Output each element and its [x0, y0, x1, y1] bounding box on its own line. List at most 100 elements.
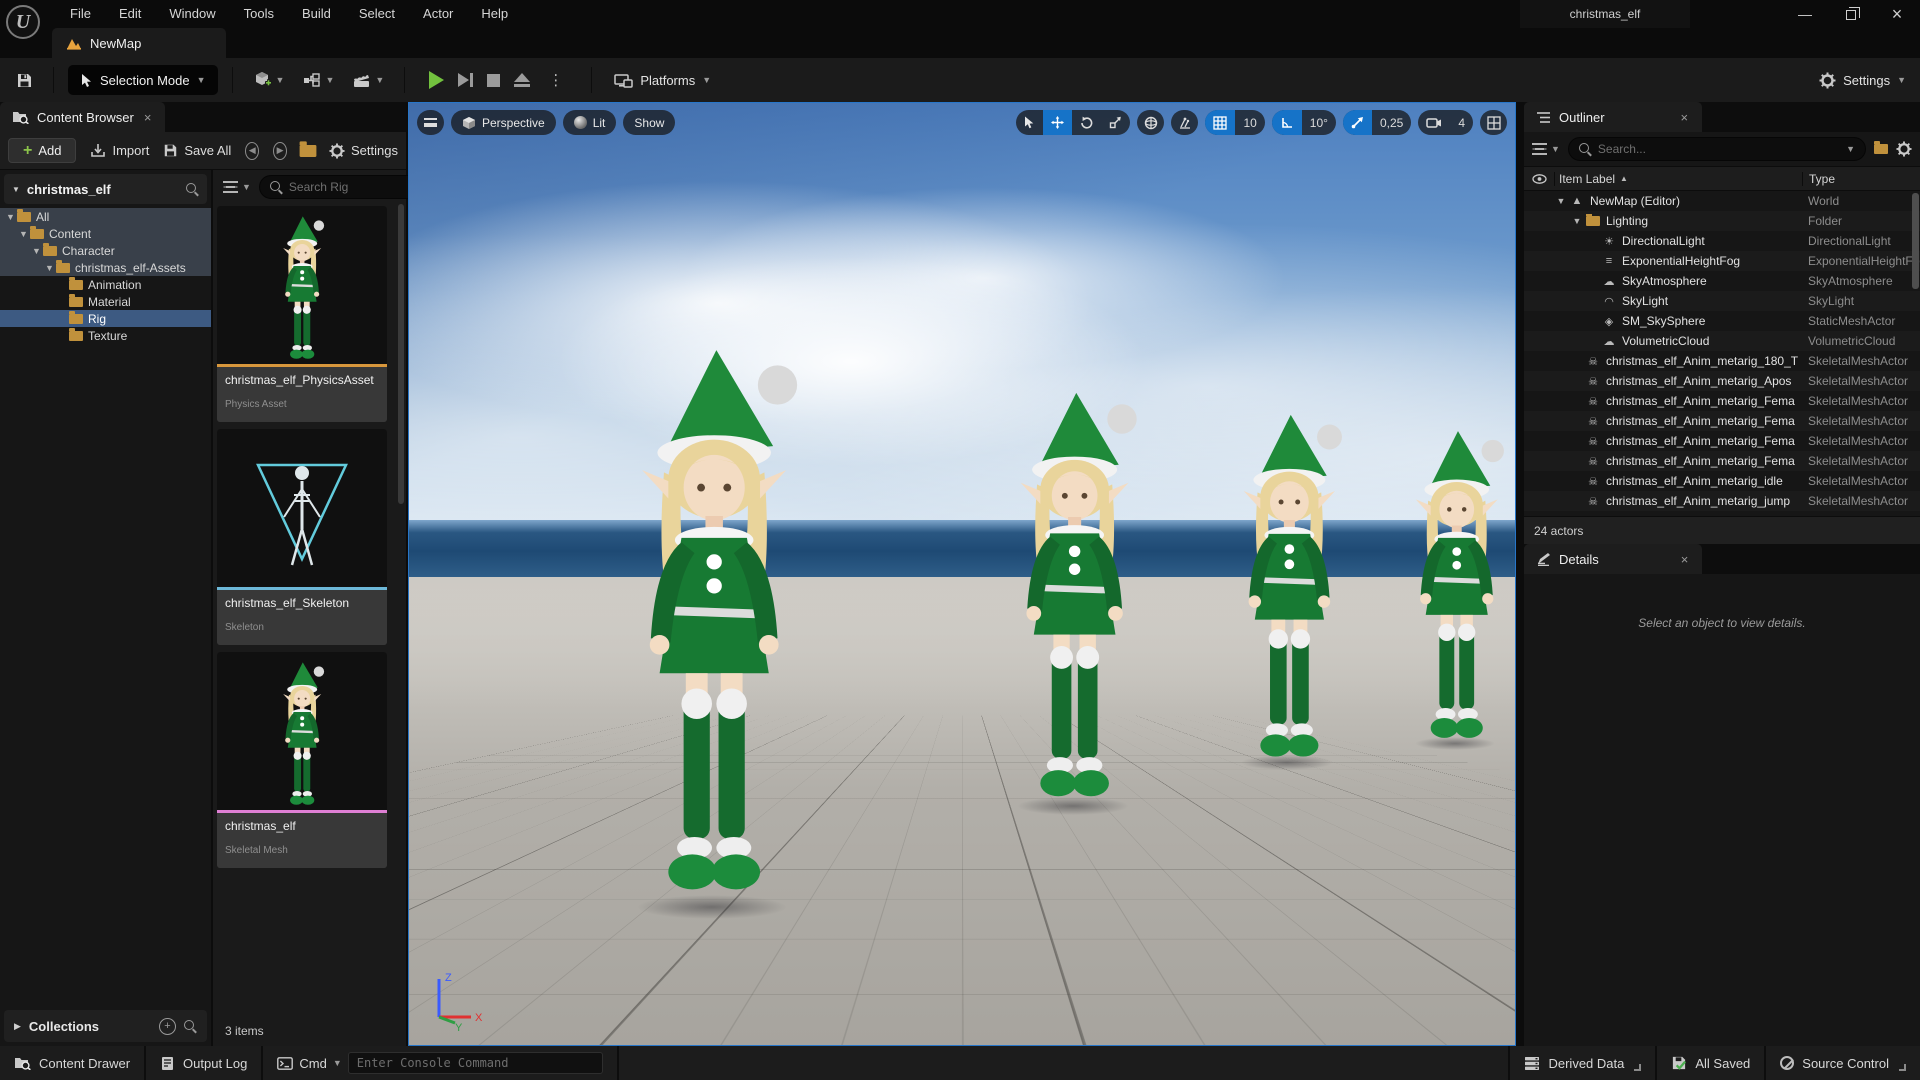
menu-item-edit[interactable]: Edit [105, 0, 155, 28]
outliner-row-christmas_elf_Anim_metarig_jump[interactable]: ☠ christmas_elf_Anim_metarig_jump Skeletal… [1524, 491, 1920, 511]
asset-card-christmas_elf_Skeleton[interactable]: christmas_elf_Skeleton Skeleton [217, 429, 387, 645]
elf-character-1[interactable] [581, 331, 843, 909]
outliner-row-NewMap (Editor)[interactable]: ▼ ▲ NewMap (Editor) World [1524, 191, 1920, 211]
path-header[interactable]: ▼ christmas_elf [4, 174, 207, 204]
settings-dropdown[interactable]: Settings ▼ [1819, 72, 1920, 89]
outliner-row-christmas_elf_Anim_metarig_idle[interactable]: ☠ christmas_elf_Anim_metarig_idle Skeletal… [1524, 471, 1920, 491]
content-browser-settings-button[interactable]: Settings [329, 142, 398, 159]
platforms-dropdown[interactable]: Platforms ▼ [606, 69, 719, 92]
output-log-button[interactable]: Output Log [146, 1046, 262, 1080]
maximize-viewport-button[interactable] [1480, 110, 1507, 135]
outliner-row-christmas_elf_Anim_metarig_Fema[interactable]: ☠ christmas_elf_Anim_metarig_Fema Skeletal… [1524, 431, 1920, 451]
item-label-column-header[interactable]: Item Label ▲ [1554, 171, 1802, 186]
outliner-search-input[interactable] [1597, 142, 1841, 156]
menu-item-actor[interactable]: Actor [409, 0, 467, 28]
save-level-button[interactable] [10, 68, 39, 93]
elf-character-3[interactable] [1205, 403, 1371, 769]
restore-button[interactable] [1828, 0, 1874, 28]
lit-dropdown[interactable]: Lit [562, 110, 617, 135]
camera-speed-button[interactable] [1418, 110, 1450, 135]
rotation-snap-value[interactable]: 10° [1302, 110, 1336, 135]
selection-mode-dropdown[interactable]: Selection Mode ▼ [68, 65, 218, 95]
tree-item-animation[interactable]: Animation [0, 276, 211, 293]
play-options-kebab[interactable]: ⋮ [544, 71, 567, 89]
visibility-column-header[interactable] [1524, 173, 1554, 184]
minimize-button[interactable]: — [1782, 0, 1828, 28]
menu-item-tools[interactable]: Tools [230, 0, 288, 28]
outliner-settings-gear-icon[interactable] [1896, 141, 1912, 157]
tree-item-character[interactable]: ▼ Character [0, 242, 211, 259]
blueprints-dropdown[interactable]: ▼ [296, 68, 340, 92]
outliner-tab[interactable]: Outliner × [1524, 102, 1703, 132]
scrollbar-thumb[interactable] [398, 204, 404, 504]
details-tab[interactable]: Details × [1524, 544, 1703, 574]
search-icon[interactable] [184, 1019, 197, 1033]
move-tool-button[interactable] [1043, 110, 1073, 135]
elf-character-2[interactable] [975, 379, 1171, 811]
outliner-search-box[interactable]: ▼ [1567, 137, 1866, 161]
cinematics-dropdown[interactable]: ▼ [346, 68, 390, 93]
scale-snap-toggle[interactable] [1342, 110, 1372, 135]
create-folder-icon[interactable] [1874, 141, 1888, 154]
content-browser-tab[interactable]: Content Browser × [0, 102, 166, 132]
outliner-row-VolumetricCloud[interactable]: ☁ VolumetricCloud VolumetricCloud [1524, 331, 1920, 351]
filter-button[interactable]: ▼ [223, 181, 251, 193]
collections-section[interactable]: ▶ Collections + [4, 1010, 207, 1042]
outliner-row-ExponentialHeightFog[interactable]: ≡ ExponentialHeightFog ExponentialHeightFo… [1524, 251, 1920, 271]
camera-speed-value[interactable]: 4 [1450, 110, 1473, 135]
outliner-filter-button[interactable]: ▼ [1532, 143, 1560, 155]
tree-item-material[interactable]: Material [0, 293, 211, 310]
menu-item-file[interactable]: File [56, 0, 105, 28]
grid-snap-value[interactable]: 10 [1235, 110, 1264, 135]
outliner-row-christmas_elf_Anim_metarig_Fema[interactable]: ☠ christmas_elf_Anim_metarig_Fema Skeletal… [1524, 391, 1920, 411]
outliner-row-christmas_elf_Anim_metarig_Fema[interactable]: ☠ christmas_elf_Anim_metarig_Fema Skeletal… [1524, 451, 1920, 471]
cmd-dropdown[interactable]: Cmd ▼ [263, 1046, 617, 1080]
stop-button[interactable] [487, 73, 501, 87]
outliner-row-Lighting[interactable]: ▼ Lighting Folder [1524, 211, 1920, 231]
outliner-row-SkyAtmosphere[interactable]: ☁ SkyAtmosphere SkyAtmosphere [1524, 271, 1920, 291]
forward-button[interactable]: ▶ [273, 141, 287, 160]
scrollbar-thumb[interactable] [1912, 193, 1919, 289]
eject-button[interactable] [514, 73, 531, 87]
asset-card-christmas_elf[interactable]: christmas_elf Skeletal Mesh [217, 652, 387, 868]
outliner-row-DirectionalLight[interactable]: ☀ DirectionalLight DirectionalLight [1524, 231, 1920, 251]
rotation-snap-toggle[interactable] [1271, 110, 1302, 135]
outliner-row-SM_SkySphere[interactable]: ◈ SM_SkySphere StaticMeshActor [1524, 311, 1920, 331]
close-icon[interactable]: × [142, 110, 154, 125]
add-collection-icon[interactable]: + [159, 1017, 176, 1035]
world-space-toggle[interactable] [1137, 110, 1165, 135]
grid-snap-toggle[interactable] [1205, 110, 1236, 135]
elf-character-4[interactable] [1381, 421, 1515, 749]
derived-data-button[interactable]: Derived Data [1510, 1046, 1656, 1080]
tree-item-rig[interactable]: Rig [0, 310, 211, 327]
close-icon[interactable]: × [1679, 552, 1691, 567]
skip-button[interactable] [458, 73, 474, 87]
close-button[interactable]: × [1874, 0, 1920, 28]
tree-item-all[interactable]: ▼ All [0, 208, 211, 225]
menu-item-build[interactable]: Build [288, 0, 345, 28]
console-command-input[interactable] [347, 1052, 603, 1074]
outliner-row-christmas_elf_Anim_metarig_180_T[interactable]: ☠ christmas_elf_Anim_metarig_180_T Skeleta… [1524, 351, 1920, 371]
folder-icon[interactable] [299, 140, 317, 157]
scale-tool-button[interactable] [1101, 110, 1130, 135]
back-button[interactable]: ◀ [245, 141, 260, 160]
close-icon[interactable]: × [1679, 110, 1691, 125]
source-control-button[interactable]: Source Control [1766, 1046, 1920, 1080]
asset-card-christmas_elf_PhysicsAsset[interactable]: christmas_elf_PhysicsAsset Physics Asset [217, 206, 387, 422]
import-button[interactable]: Import [90, 143, 149, 158]
menu-item-select[interactable]: Select [345, 0, 409, 28]
scale-snap-value[interactable]: 0,25 [1372, 110, 1411, 135]
menu-item-window[interactable]: Window [155, 0, 229, 28]
type-column-header[interactable]: Type [1802, 171, 1920, 186]
add-button[interactable]: + Add [8, 138, 77, 163]
add-actor-dropdown[interactable]: ▼ [247, 66, 291, 94]
outliner-row-christmas_elf_Anim_metarig_Fema[interactable]: ☠ christmas_elf_Anim_metarig_Fema Skeletal… [1524, 411, 1920, 431]
tree-item-christmas_elf-assets[interactable]: ▼ christmas_elf-Assets [0, 259, 211, 276]
tree-item-content[interactable]: ▼ Content [0, 225, 211, 242]
outliner-row-SkyLight[interactable]: ◠ SkyLight SkyLight [1524, 291, 1920, 311]
menu-item-help[interactable]: Help [467, 0, 522, 28]
level-viewport[interactable]: Perspective Lit Show 10 10° 0,25 4 Z X Y [408, 102, 1516, 1046]
all-saved-button[interactable]: All Saved [1657, 1046, 1765, 1080]
surface-snapping-button[interactable] [1171, 110, 1199, 135]
save-all-button[interactable]: Save All [163, 143, 231, 158]
